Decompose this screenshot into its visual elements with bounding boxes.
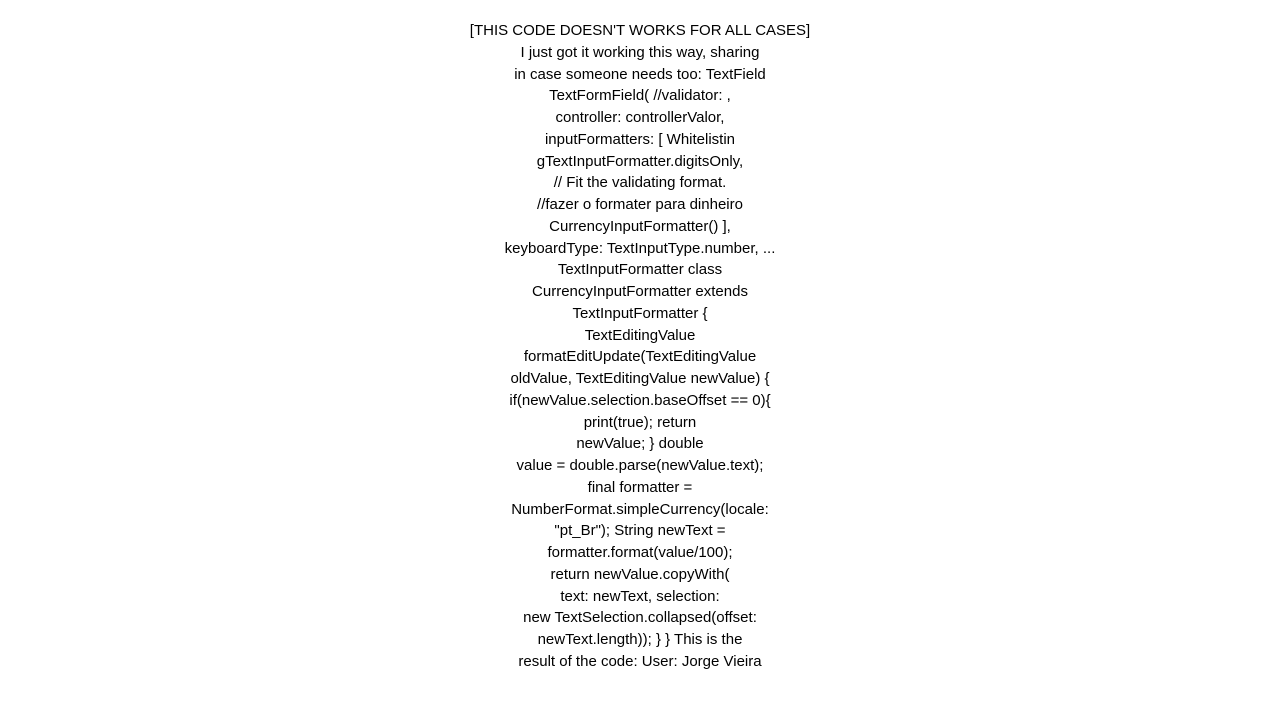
content-line-12: CurrencyInputFormatter extends	[470, 281, 810, 303]
content-line-28: newText.length)); } } This is the	[470, 629, 810, 651]
content-line-0: [THIS CODE DOESN'T WORKS FOR ALL CASES]	[470, 20, 810, 42]
content-line-8: //fazer o formater para dinheiro	[470, 194, 810, 216]
main-content: [THIS CODE DOESN'T WORKS FOR ALL CASES]I…	[470, 0, 810, 673]
content-line-6: gTextInputFormatter.digitsOnly,	[470, 151, 810, 173]
content-line-23: "pt_Br"); String newText =	[470, 520, 810, 542]
content-line-25: return newValue.copyWith(	[470, 564, 810, 586]
content-line-10: keyboardType: TextInputType.number, ...	[470, 238, 810, 260]
content-line-19: newValue; } double	[470, 433, 810, 455]
content-line-22: NumberFormat.simpleCurrency(locale:	[470, 499, 810, 521]
content-line-27: new TextSelection.collapsed(offset:	[470, 607, 810, 629]
content-line-21: final formatter =	[470, 477, 810, 499]
content-line-7: // Fit the validating format.	[470, 172, 810, 194]
content-line-24: formatter.format(value/100);	[470, 542, 810, 564]
content-line-4: controller: controllerValor,	[470, 107, 810, 129]
content-line-16: oldValue, TextEditingValue newValue) {	[470, 368, 810, 390]
content-line-13: TextInputFormatter {	[470, 303, 810, 325]
content-line-15: formatEditUpdate(TextEditingValue	[470, 346, 810, 368]
content-line-17: if(newValue.selection.baseOffset == 0){	[470, 390, 810, 412]
content-line-5: inputFormatters: [ Whitelistin	[470, 129, 810, 151]
content-line-14: TextEditingValue	[470, 325, 810, 347]
content-line-3: TextFormField( //validator: ,	[470, 85, 810, 107]
content-line-18: print(true); return	[470, 412, 810, 434]
content-line-1: I just got it working this way, sharing	[470, 42, 810, 64]
content-line-11: TextInputFormatter class	[470, 259, 810, 281]
content-line-2: in case someone needs too: TextField	[470, 64, 810, 86]
content-line-9: CurrencyInputFormatter() ],	[470, 216, 810, 238]
content-line-20: value = double.parse(newValue.text);	[470, 455, 810, 477]
content-line-29: result of the code: User: Jorge Vieira	[470, 651, 810, 673]
content-line-26: text: newText, selection:	[470, 586, 810, 608]
